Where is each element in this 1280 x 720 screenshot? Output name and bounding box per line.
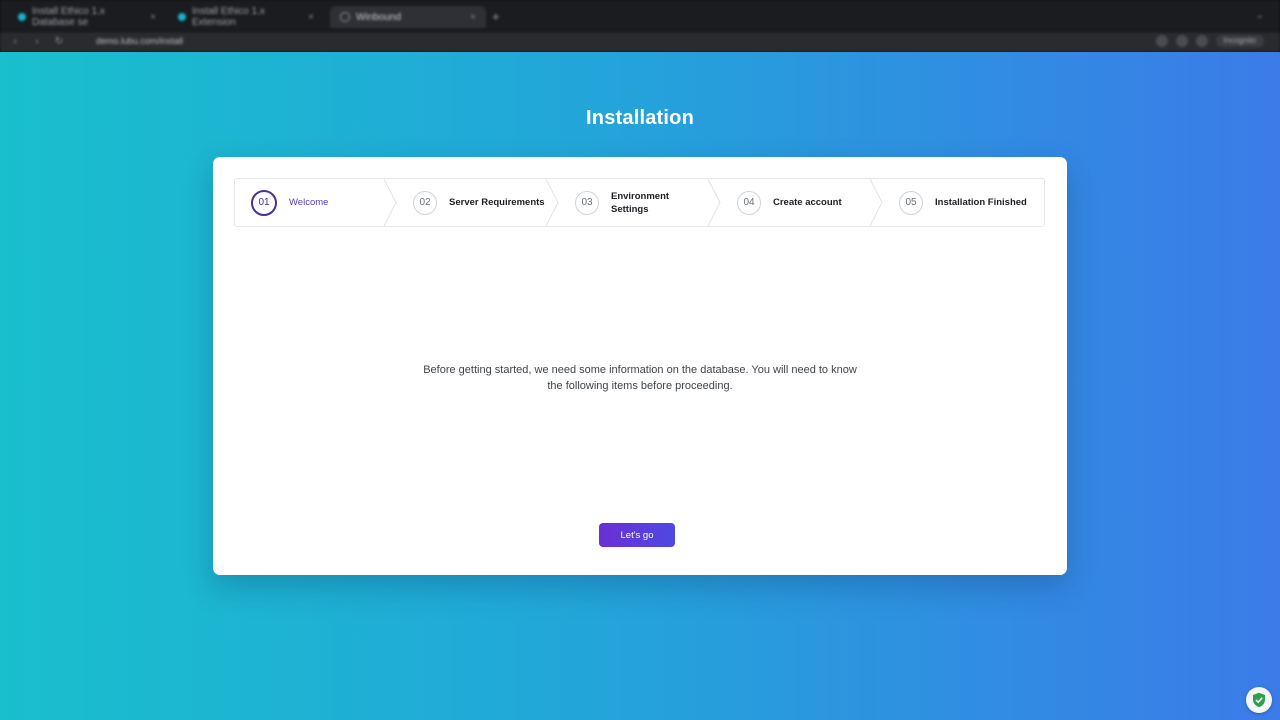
installer-page: Installation 01 Welcome 02 Server Requir… [0,52,1280,720]
back-icon[interactable]: ‹ [8,37,22,47]
tab-title: Winbound [356,11,402,23]
step-progress-bar: 01 Welcome 02 Server Requirements 03 Env… [234,178,1045,227]
intro-line: the following items before proceeding. [547,380,733,392]
step-label: Installation Finished [935,197,1027,208]
step-label: Create account [773,197,842,208]
step-server-requirements[interactable]: 02 Server Requirements [413,179,545,226]
step-label: Welcome [289,197,329,208]
address-bar[interactable]: demo.lubu.com/install [96,36,183,46]
shield-check-icon[interactable] [1246,687,1272,713]
browser-tab[interactable]: Install Ethico 1.x Database se × [8,6,166,28]
step-number: 05 [899,190,923,215]
browser-tab-strip: Install Ethico 1.x Database se × Install… [0,0,1280,32]
browser-tab[interactable]: Install Ethico 1.x Extension × [168,6,324,28]
installer-card: 01 Welcome 02 Server Requirements 03 Env… [213,157,1067,575]
step-number: 02 [413,190,437,215]
close-tab-icon[interactable]: × [308,12,314,23]
reload-icon[interactable]: ↻ [52,37,66,47]
step-chevron-icon [384,179,397,226]
step-label: Server Requirements [449,197,545,208]
step-label-line: Settings [611,203,649,215]
profile-avatar[interactable] [1195,35,1208,47]
close-tab-icon[interactable]: × [150,12,156,23]
lets-go-button[interactable]: Let's go [599,523,675,547]
step-chevron-icon [546,179,559,226]
step-number: 01 [251,189,277,216]
star-icon[interactable] [1155,35,1168,47]
step-create-account[interactable]: 04 Create account [737,179,842,226]
browser-toolbar: ‹ › ↻ demo.lubu.com/install Incognito [0,32,1280,52]
window-menu-icon[interactable]: ⌄ [1256,10,1264,21]
site-favicon-icon [18,13,26,21]
intro-line: Before getting started, we need some inf… [423,364,857,376]
step-label-line: Environment [611,190,670,202]
close-tab-icon[interactable]: × [470,12,476,23]
step-chevron-icon [870,179,883,226]
shield-check-glyph [1253,692,1265,708]
step-installation-finished[interactable]: 05 Installation Finished [899,179,1027,226]
extensions-icon[interactable] [1175,35,1188,47]
tab-title: Install Ethico 1.x Database se [32,6,105,28]
step-number: 04 [737,190,761,215]
step-number: 03 [575,190,599,215]
forward-icon[interactable]: › [30,37,44,47]
incognito-label: Incognito [1215,35,1264,47]
step-label: Environment Settings [611,190,669,216]
browser-tab-active[interactable]: Winbound × [330,6,486,28]
page-title: Installation [586,107,694,129]
step-welcome[interactable]: 01 Welcome [251,179,328,226]
site-favicon-icon [178,13,186,21]
step-environment-settings[interactable]: 03 Environment Settings [575,179,669,226]
new-tab-button[interactable]: + [492,9,500,24]
step-chevron-icon [708,179,721,226]
tab-title: Install Ethico 1.x Extension [192,6,265,28]
search-icon [340,12,350,22]
intro-text: Before getting started, we need some inf… [213,362,1067,394]
